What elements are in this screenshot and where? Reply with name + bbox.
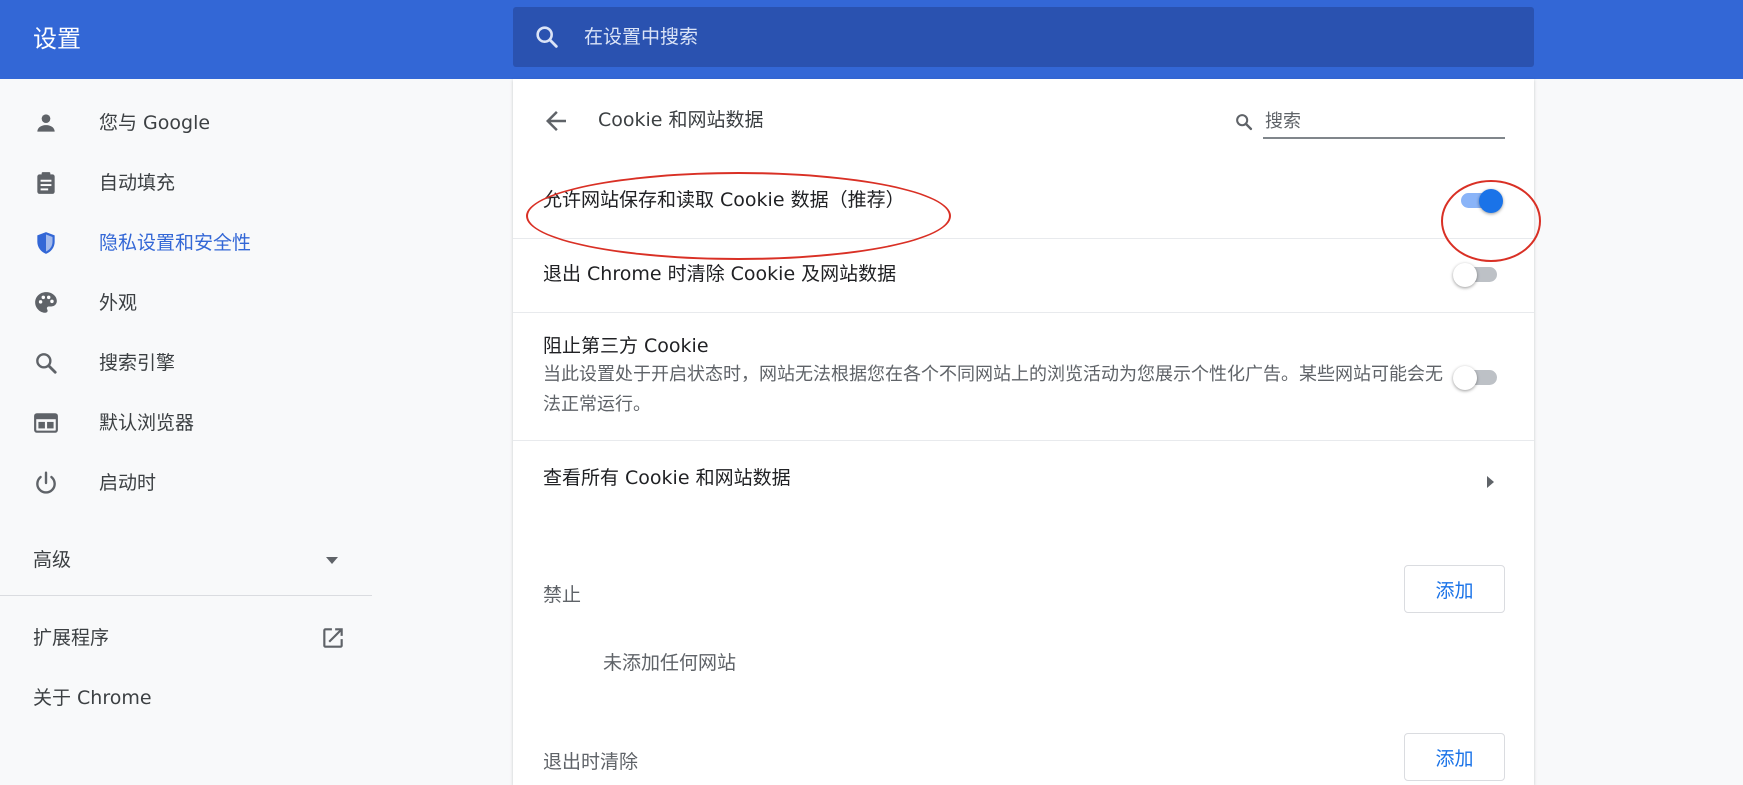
card-header: Cookie 和网站数据 [513, 79, 1534, 161]
search-icon [36, 353, 57, 374]
back-arrow-icon[interactable] [541, 106, 571, 136]
sidebar-item-label: 搜索引擎 [99, 352, 176, 374]
sidebar-item-label: 默认浏览器 [99, 412, 195, 434]
caret-down-icon [326, 557, 338, 564]
block-section-title: 禁止 [543, 584, 582, 606]
sidebar-item-you-and-google[interactable]: 您与 Google [0, 99, 372, 147]
palette-icon [35, 292, 57, 313]
search-icon [1236, 114, 1253, 131]
shield-icon [37, 232, 55, 254]
sidebar-advanced-toggle[interactable]: 高级 [0, 536, 372, 584]
cookies-settings-card: Cookie 和网站数据 允许网站保存和读取 Cookie 数据（推荐） 退出 … [513, 79, 1534, 785]
sidebar-item-appearance[interactable]: 外观 [0, 279, 372, 327]
browser-window-icon [34, 413, 58, 433]
toggle-knob [1453, 366, 1477, 390]
sidebar-item-extensions[interactable]: 扩展程序 [0, 614, 372, 662]
setting-row-allow-cookies[interactable]: 允许网站保存和读取 Cookie 数据（推荐） [513, 161, 1534, 238]
sidebar-item-label: 启动时 [99, 472, 157, 494]
page-title: Cookie 和网站数据 [598, 109, 764, 131]
setting-label: 阻止第三方 Cookie [543, 335, 709, 357]
app-title: 设置 [33, 25, 81, 53]
block-add-button[interactable]: 添加 [1404, 565, 1505, 613]
clipboard-icon [37, 172, 55, 194]
person-icon [37, 114, 55, 132]
block-empty-text: 未添加任何网站 [603, 652, 737, 674]
sidebar-item-default-browser[interactable]: 默认浏览器 [0, 399, 372, 447]
sidebar-item-on-startup[interactable]: 启动时 [0, 459, 372, 507]
cookies-search-input[interactable] [1263, 105, 1505, 139]
clear-on-exit-add-button[interactable]: 添加 [1404, 733, 1505, 781]
sidebar: 您与 Google 自动填充 隐私设置和安全性 外观 搜索引擎 默认浏览器 启动… [0, 79, 372, 785]
search-icon [536, 26, 558, 48]
setting-row-clear-on-exit[interactable]: 退出 Chrome 时清除 Cookie 及网站数据 [513, 238, 1534, 312]
about-chrome-label: 关于 Chrome [33, 687, 152, 709]
view-all-cookies-row[interactable]: 查看所有 Cookie 和网站数据 [513, 440, 1534, 518]
clear-on-exit-section-title: 退出时清除 [543, 751, 639, 773]
block-third-party-toggle[interactable] [1453, 365, 1499, 390]
top-bar: 设置 [0, 0, 1743, 79]
sidebar-divider [0, 595, 372, 596]
open-in-new-icon [323, 628, 343, 648]
power-icon [36, 471, 56, 494]
cookies-search-box[interactable] [1233, 105, 1505, 139]
sidebar-item-about-chrome[interactable]: 关于 Chrome [0, 674, 372, 722]
sidebar-item-search-engine[interactable]: 搜索引擎 [0, 339, 372, 387]
toggle-knob [1453, 263, 1477, 287]
view-all-label: 查看所有 Cookie 和网站数据 [543, 467, 791, 489]
setting-description: 当此设置处于开启状态时，网站无法根据您在各个不同网站上的浏览活动为您展示个性化广… [543, 364, 1443, 415]
setting-row-block-third-party[interactable]: 阻止第三方 Cookie 当此设置处于开启状态时，网站无法根据您在各个不同网站上… [513, 312, 1534, 440]
clear-on-exit-toggle[interactable] [1453, 262, 1499, 287]
chevron-right-icon [1487, 476, 1494, 488]
setting-label: 退出 Chrome 时清除 Cookie 及网站数据 [543, 263, 897, 285]
extensions-label: 扩展程序 [33, 627, 110, 649]
sidebar-item-label: 自动填充 [99, 172, 176, 194]
settings-search-box[interactable] [513, 7, 1534, 67]
sidebar-item-autofill[interactable]: 自动填充 [0, 159, 372, 207]
sidebar-item-privacy-security[interactable]: 隐私设置和安全性 [0, 219, 372, 267]
setting-label: 允许网站保存和读取 Cookie 数据（推荐） [543, 189, 905, 211]
toggle-knob [1479, 189, 1503, 213]
sidebar-item-label: 隐私设置和安全性 [99, 232, 252, 254]
advanced-label: 高级 [33, 549, 72, 571]
allow-cookies-toggle[interactable] [1457, 188, 1503, 213]
sidebar-item-label: 外观 [99, 292, 138, 314]
settings-search-input[interactable] [582, 21, 1482, 53]
sidebar-item-label: 您与 Google [99, 112, 211, 134]
